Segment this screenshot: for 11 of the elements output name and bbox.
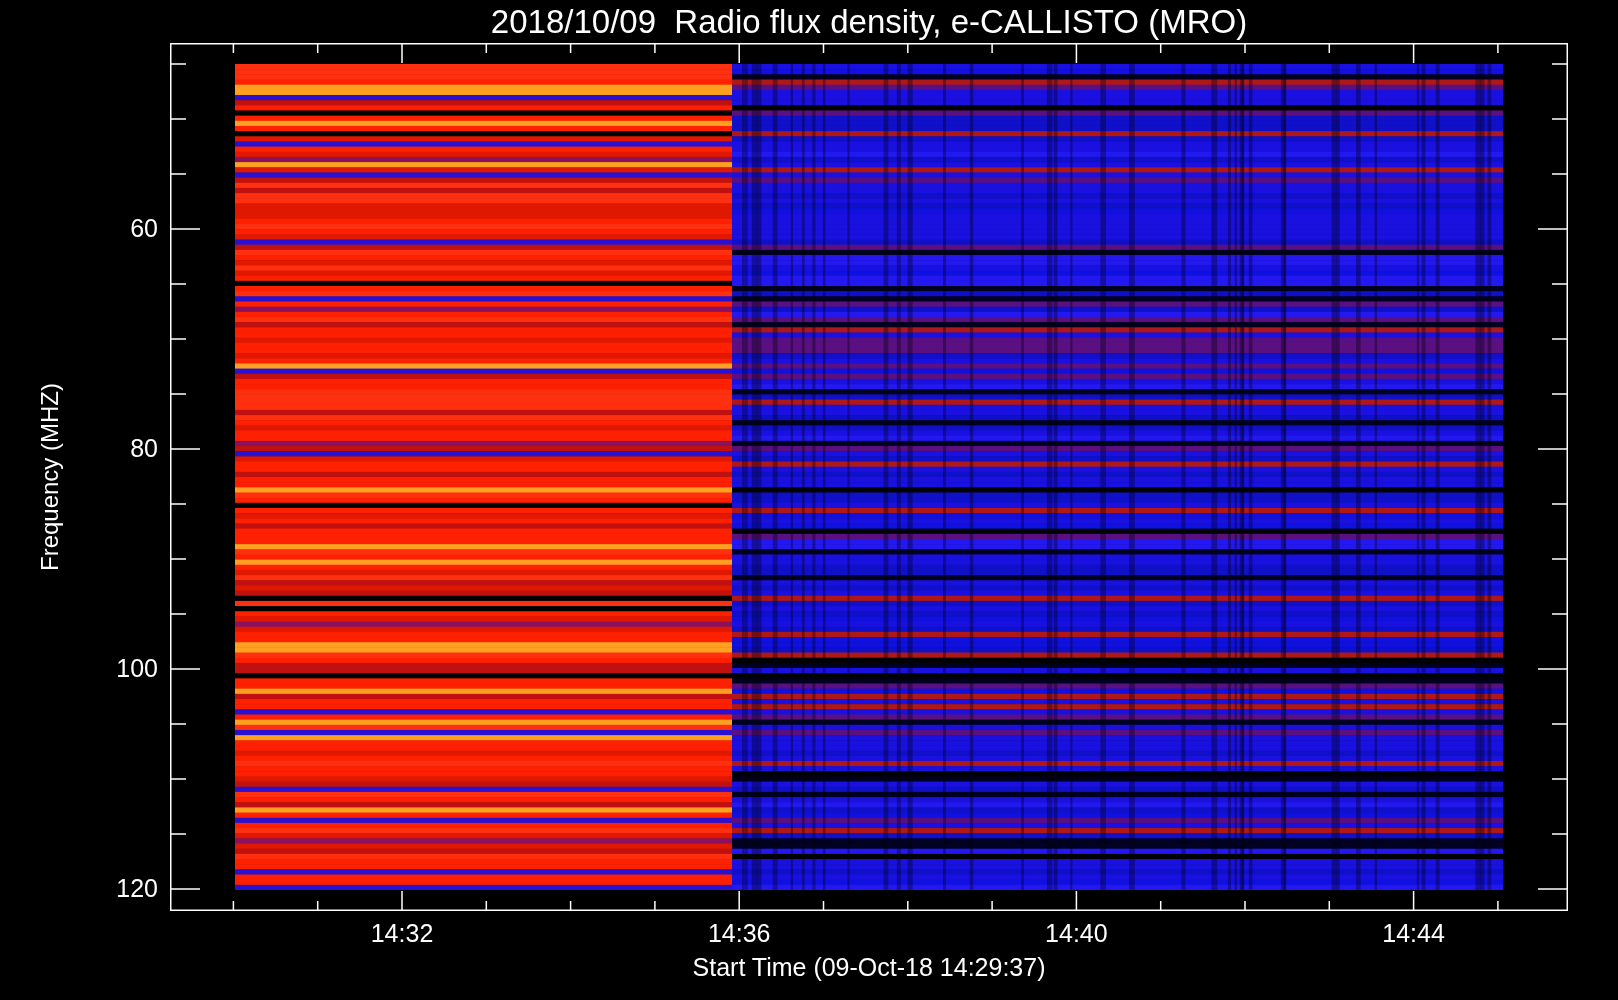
x-tick-label: 14:40: [1044, 921, 1109, 946]
y-tick-label: 100: [116, 656, 158, 681]
y-tick-label: 60: [130, 216, 158, 241]
x-tick-label: 14:36: [706, 921, 772, 946]
y-tick-label: 80: [130, 436, 158, 461]
y-tick-label: 120: [116, 876, 158, 901]
x-tick-label: 14:32: [369, 921, 435, 946]
y-axis-label: Frequency (MHZ): [35, 383, 64, 571]
x-tick-label: 14:44: [1381, 921, 1446, 946]
chart-title: 2018/10/09 Radio flux density, e-CALLISTO (MRO): [490, 5, 1248, 38]
x-axis-label: Start Time (09-Oct-18 14:29:37): [692, 955, 1046, 980]
